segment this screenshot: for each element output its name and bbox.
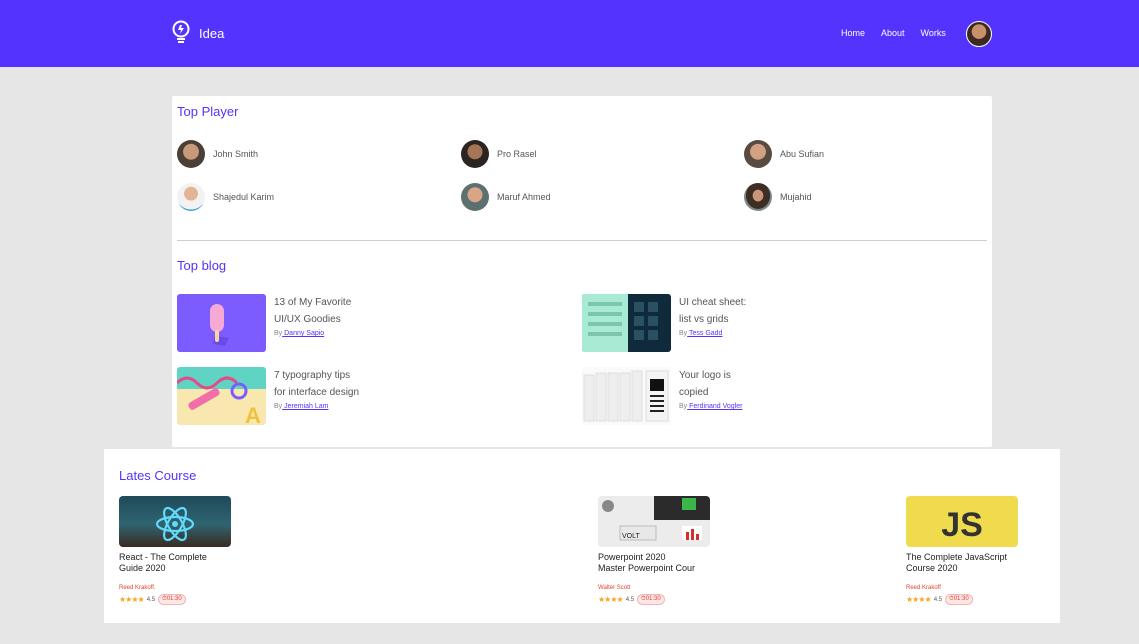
powerpoint-illustration: VOLT [598,496,710,547]
react-logo-icon [155,506,195,542]
blog-item[interactable]: UI cheat sheet: list vs grids By Tess Ga… [582,294,779,352]
blog-byline: By Tess Gadd [679,328,779,340]
course-title-line: Master Powerpoint Cour [598,563,696,573]
course-card[interactable]: VOLT Powerpoint 2020 Master Powerpoint C… [598,496,718,605]
blog-title-line: list vs grids [679,314,729,325]
blog-byline: By Danny Sapio [274,328,374,340]
course-thumbnail: VOLT [598,496,710,547]
avatar [461,183,489,211]
player-name: John Smith [213,149,259,159]
avatar [177,183,205,211]
popsicle-icon [210,304,229,346]
blog-item[interactable]: Your logo is copied By Ferdinand Vogler [582,367,779,425]
player-name: Maruf Ahmed [497,192,551,202]
course-meta: ★★★★ 4.5 ⏱01:30 [906,594,1026,605]
star-rating-icon: ★★★★ [906,595,932,604]
author-link[interactable]: Ferdinand Vogler [687,403,742,410]
player-item[interactable]: Pro Rasel [461,140,537,168]
course-thumbnail [119,496,231,547]
avatar [461,140,489,168]
blog-title-line: Your logo is [679,370,731,381]
blog-byline: By Ferdinand Vogler [679,401,779,413]
author-link[interactable]: Danny Sapio [282,330,324,337]
latest-course-title: Lates Course [119,468,197,483]
player-item[interactable]: John Smith [177,140,258,168]
by-label: By [679,403,688,410]
course-author[interactable]: Reed Krakoff [906,585,1026,591]
nav-works-link[interactable]: Works [921,28,946,38]
player-name: Pro Rasel [497,149,537,159]
star-rating-icon: ★★★★ [598,595,624,604]
player-item[interactable]: Abu Sufian [744,140,824,168]
blog-title-line: 13 of My Favorite [274,297,352,308]
avatar [744,183,772,211]
brand[interactable]: Idea [171,20,224,46]
by-label: By [679,330,688,337]
main-card: Top Player John Smith Pro Rasel Abu Sufi… [172,96,992,447]
blog-thumbnail [177,294,266,352]
blog-thumbnail: A [177,367,266,425]
blog-title-line: copied [679,387,709,398]
thumb-text: JS [941,506,983,544]
course-card[interactable]: React - The Complete Guide 2020 Reed Kra… [119,496,239,605]
typography-illustration: A [177,367,266,425]
logo-sheets-illustration [583,370,669,422]
course-title-line: Course 2020 [906,563,958,573]
rating-value: 4.5 [625,596,635,603]
blog-thumbnail [582,367,671,425]
top-navbar: Idea Home About Works [0,0,1139,67]
course-thumbnail: JS [906,496,1018,547]
course-meta: ★★★★ 4.5 ⏱01:30 [598,594,718,605]
player-name: Shajedul Karim [213,192,275,202]
blog-item[interactable]: 13 of My Favorite UI/UX Goodies By Danny… [177,294,374,352]
by-label: By [274,330,283,337]
top-blog-title: Top blog [177,258,227,273]
divider [177,240,987,241]
javascript-logo-icon: JS [941,506,983,544]
top-player-title: Top Player [177,104,239,119]
latest-course-section: Lates Course React - The Complete Guide … [104,449,1060,623]
star-rating-icon: ★★★★ [119,595,145,604]
blog-thumbnail [582,294,671,352]
blog-item[interactable]: A 7 typography tips for interface design… [177,367,374,425]
player-name: Mujahid [780,192,812,202]
duration-badge: ⏱01:30 [637,594,665,605]
author-link[interactable]: Tess Gadd [687,330,722,337]
svg-text:A: A [245,403,261,425]
user-avatar[interactable] [966,21,992,47]
duration-badge: ⏱01:30 [945,594,973,605]
course-title-line: React - The Complete [119,552,207,562]
course-title-line: Guide 2020 [119,563,166,573]
thumb-text: VOLT [622,533,640,540]
avatar [177,140,205,168]
grid-list-illustration [582,294,658,352]
nav-about-link[interactable]: About [881,28,905,38]
player-item[interactable]: Shajedul Karim [177,183,274,211]
author-link[interactable]: Jeremiah Lam [282,403,328,410]
by-label: By [274,403,283,410]
rating-value: 4.5 [146,596,156,603]
duration-badge: ⏱01:30 [158,594,186,605]
blog-title-line: for interface design [274,387,360,398]
course-author[interactable]: Walter Scott [598,585,718,591]
course-meta: ★★★★ 4.5 ⏱01:30 [119,594,239,605]
avatar [744,140,772,168]
course-card[interactable]: JS The Complete JavaScript Course 2020 R… [906,496,1026,605]
blog-title-line: UI/UX Goodies [274,314,341,325]
lightbulb-icon [172,20,190,43]
course-title-line: The Complete JavaScript [906,552,1008,562]
blog-title-line: 7 typography tips [274,370,351,381]
course-author[interactable]: Reed Krakoff. [119,585,239,591]
main-nav: Home About Works [841,28,962,38]
nav-home-link[interactable]: Home [841,28,865,38]
player-item[interactable]: Maruf Ahmed [461,183,551,211]
rating-value: 4.5 [933,596,943,603]
blog-title-line: UI cheat sheet: [679,297,747,308]
brand-name: Idea [199,25,225,41]
player-item[interactable]: Mujahid [744,183,812,211]
blog-byline: By Jeremiah Lam [274,401,374,413]
player-name: Abu Sufian [780,149,825,159]
course-title-line: Powerpoint 2020 [598,552,666,562]
